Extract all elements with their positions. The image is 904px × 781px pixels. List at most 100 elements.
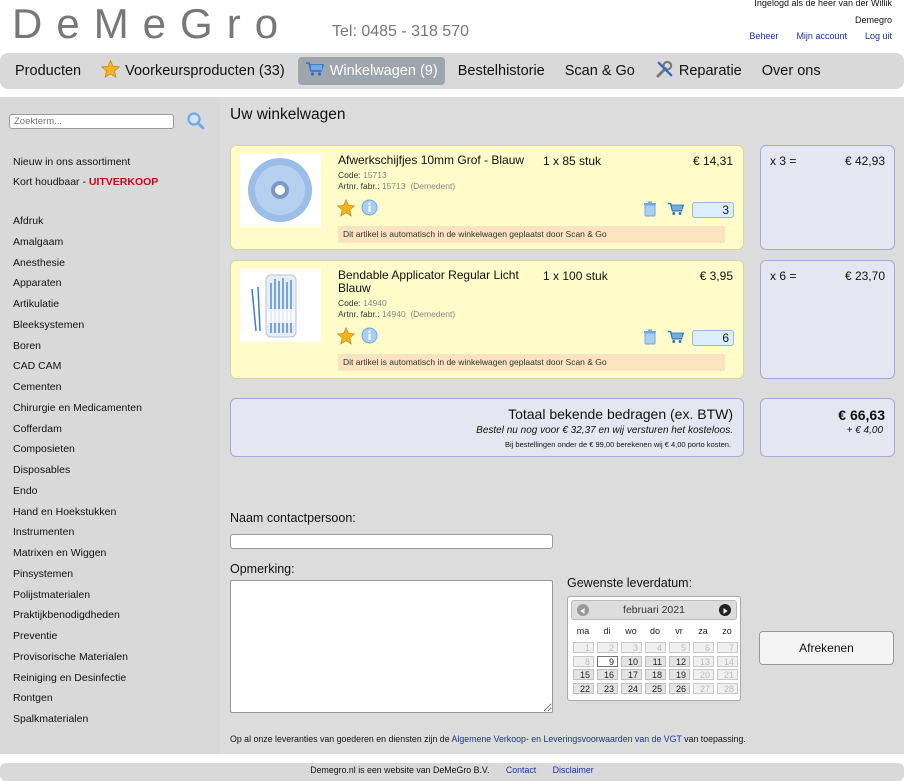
terms-link[interactable]: Algemene Verkoop- en Leveringsvoorwaarde…	[452, 734, 682, 744]
checkout-button[interactable]: Afrekenen	[759, 631, 894, 665]
nav-label: Winkelwagen (9)	[329, 63, 438, 79]
calendar-day[interactable]: 23	[597, 682, 618, 694]
calendar-day[interactable]: 26	[669, 682, 690, 694]
sidebar-category[interactable]: Endo	[13, 485, 38, 497]
sidebar-category[interactable]: Rontgen	[13, 692, 53, 704]
sidebar-category[interactable]: Disposables	[13, 464, 70, 476]
calendar-day: 27	[693, 682, 714, 694]
sidebar-item-kort-houdbaar[interactable]: Kort houdbaar - UITVERKOOP	[13, 176, 158, 188]
trash-icon[interactable]	[643, 329, 657, 345]
sidebar-category[interactable]: Reiniging en Desinfectie	[13, 672, 126, 684]
porto-cost: + € 4,00	[846, 425, 883, 436]
sidebar-category[interactable]: CAD CAM	[13, 360, 61, 372]
beheer-link[interactable]: Beheer	[749, 31, 778, 41]
sidebar-category[interactable]: Preventie	[13, 630, 57, 642]
scan-go-note: Dit artikel is automatisch in de winkelw…	[338, 226, 725, 243]
cart-icon[interactable]	[667, 201, 685, 217]
sidebar-category[interactable]: Apparaten	[13, 277, 61, 289]
sidebar-category[interactable]: Bleeksystemen	[13, 319, 84, 331]
calendar-day: 20	[693, 669, 714, 680]
calendar-day[interactable]: 22	[573, 682, 594, 694]
calendar-day[interactable]: 18	[645, 669, 666, 680]
trash-icon[interactable]	[643, 201, 657, 217]
page: DeMeGro Tel: 0485 - 318 570 Ingelogd als…	[0, 0, 904, 781]
calendar-day[interactable]: 24	[621, 682, 642, 694]
nav-label: Producten	[15, 63, 82, 79]
product-name[interactable]: Bendable Applicator Regular Licht Blauw	[338, 269, 533, 295]
main-nav: Producten Voorkeursproducten (33) Winkel…	[0, 53, 904, 89]
nav-scan-go[interactable]: Scan & Go	[558, 57, 642, 85]
sidebar-category[interactable]: Provisorische Materialen	[13, 651, 128, 663]
calendar-day: 2	[597, 642, 618, 653]
sidebar-category[interactable]: Chirurgie en Medicamenten	[13, 402, 142, 414]
sidebar-category[interactable]: Artikulatie	[13, 298, 59, 310]
product-code: Code: 15713	[338, 170, 387, 180]
sidebar-category[interactable]: Boren	[13, 340, 41, 352]
nav-over-ons[interactable]: Over ons	[755, 57, 828, 85]
next-month-icon[interactable]	[719, 604, 731, 616]
search-input[interactable]	[9, 114, 174, 129]
sidebar-category[interactable]: Hand en Hoekstukken	[13, 506, 116, 518]
quantity-input[interactable]	[692, 202, 734, 218]
logout-link[interactable]: Log uit	[865, 31, 892, 41]
sidebar-category[interactable]: Matrixen en Wiggen	[13, 547, 106, 559]
calendar-day[interactable]: 16	[597, 669, 618, 680]
star-icon	[100, 59, 121, 82]
sidebar-category[interactable]: Instrumenten	[13, 526, 74, 538]
disclaimer-link[interactable]: Disclaimer	[553, 765, 594, 775]
my-account-link[interactable]: Mijn account	[796, 31, 847, 41]
supplier: (Demedent)	[410, 309, 456, 319]
calendar-day[interactable]: 9	[597, 655, 618, 667]
info-icon[interactable]	[361, 199, 378, 216]
contact-link[interactable]: Contact	[506, 765, 536, 775]
sidebar-category[interactable]: Afdruk	[13, 215, 43, 227]
calendar-day[interactable]: 25	[645, 682, 666, 694]
search-icon[interactable]	[186, 111, 206, 131]
remark-textarea[interactable]	[230, 580, 553, 713]
star-icon[interactable]	[336, 326, 356, 345]
calendar-day[interactable]: 10	[621, 655, 642, 667]
item-subtotal-box: x 3 = € 42,93	[760, 145, 895, 250]
cart-icon[interactable]	[667, 329, 685, 345]
nav-reparatie[interactable]: Reparatie	[648, 57, 749, 85]
delivery-date-label: Gewenste leverdatum:	[567, 576, 693, 590]
calendar-day[interactable]: 17	[621, 669, 642, 680]
sidebar-category[interactable]: Pinsystemen	[13, 568, 73, 580]
item-subtotal: € 23,70	[844, 269, 885, 283]
login-status: Ingelogd als de heer van der Willik	[754, 0, 892, 8]
sidebar-category[interactable]: Anesthesie	[13, 257, 65, 269]
product-name[interactable]: Afwerkschijfjes 10mm Grof - Blauw	[338, 154, 533, 167]
logo[interactable]: DeMeGro	[12, 0, 292, 48]
sidebar-item-nieuw[interactable]: Nieuw in ons assortiment	[13, 156, 130, 168]
calendar-day[interactable]: 12	[669, 655, 690, 667]
nav-winkelwagen[interactable]: Winkelwagen (9)	[297, 57, 445, 85]
nav-label: Over ons	[761, 63, 821, 79]
nav-producten[interactable]: Producten	[8, 57, 88, 85]
account-links: Beheer Mijn account Log uit	[749, 31, 892, 41]
calendar-day[interactable]: 11	[645, 655, 666, 667]
calendar-day[interactable]: 15	[573, 669, 594, 680]
sidebar: Nieuw in ons assortiment Kort houdbaar -…	[0, 97, 220, 754]
star-icon[interactable]	[336, 198, 356, 217]
calendar-day[interactable]: 19	[669, 669, 690, 680]
sidebar-category[interactable]: Amalgaam	[13, 236, 63, 248]
info-icon[interactable]	[361, 327, 378, 344]
nav-voorkeursproducten[interactable]: Voorkeursproducten (33)	[94, 57, 292, 85]
sidebar-category[interactable]: Composieten	[13, 443, 75, 455]
product-image[interactable]	[240, 154, 321, 227]
sidebar-category[interactable]: Praktijkbenodigdheden	[13, 609, 120, 621]
sidebar-category[interactable]: Cofferdam	[13, 423, 62, 435]
product-code: Code: 14940	[338, 298, 387, 308]
sidebar-category[interactable]: Cementen	[13, 381, 61, 393]
sidebar-category[interactable]: Polijstmaterialen	[13, 589, 90, 601]
unit-price: € 14,31	[692, 154, 733, 168]
sidebar-category[interactable]: Spalkmaterialen	[13, 713, 88, 725]
total-box: Totaal bekende bedragen (ex. BTW) Bestel…	[230, 398, 744, 457]
wrench-icon	[655, 60, 674, 83]
product-image[interactable]	[240, 269, 321, 342]
calendar-weekday: zo	[722, 626, 732, 636]
nav-bestelhistorie[interactable]: Bestelhistorie	[451, 57, 552, 85]
contact-person-input[interactable]	[230, 534, 553, 549]
quantity-input[interactable]	[692, 330, 734, 346]
item-subtotal-box: x 6 = € 23,70	[760, 260, 895, 379]
